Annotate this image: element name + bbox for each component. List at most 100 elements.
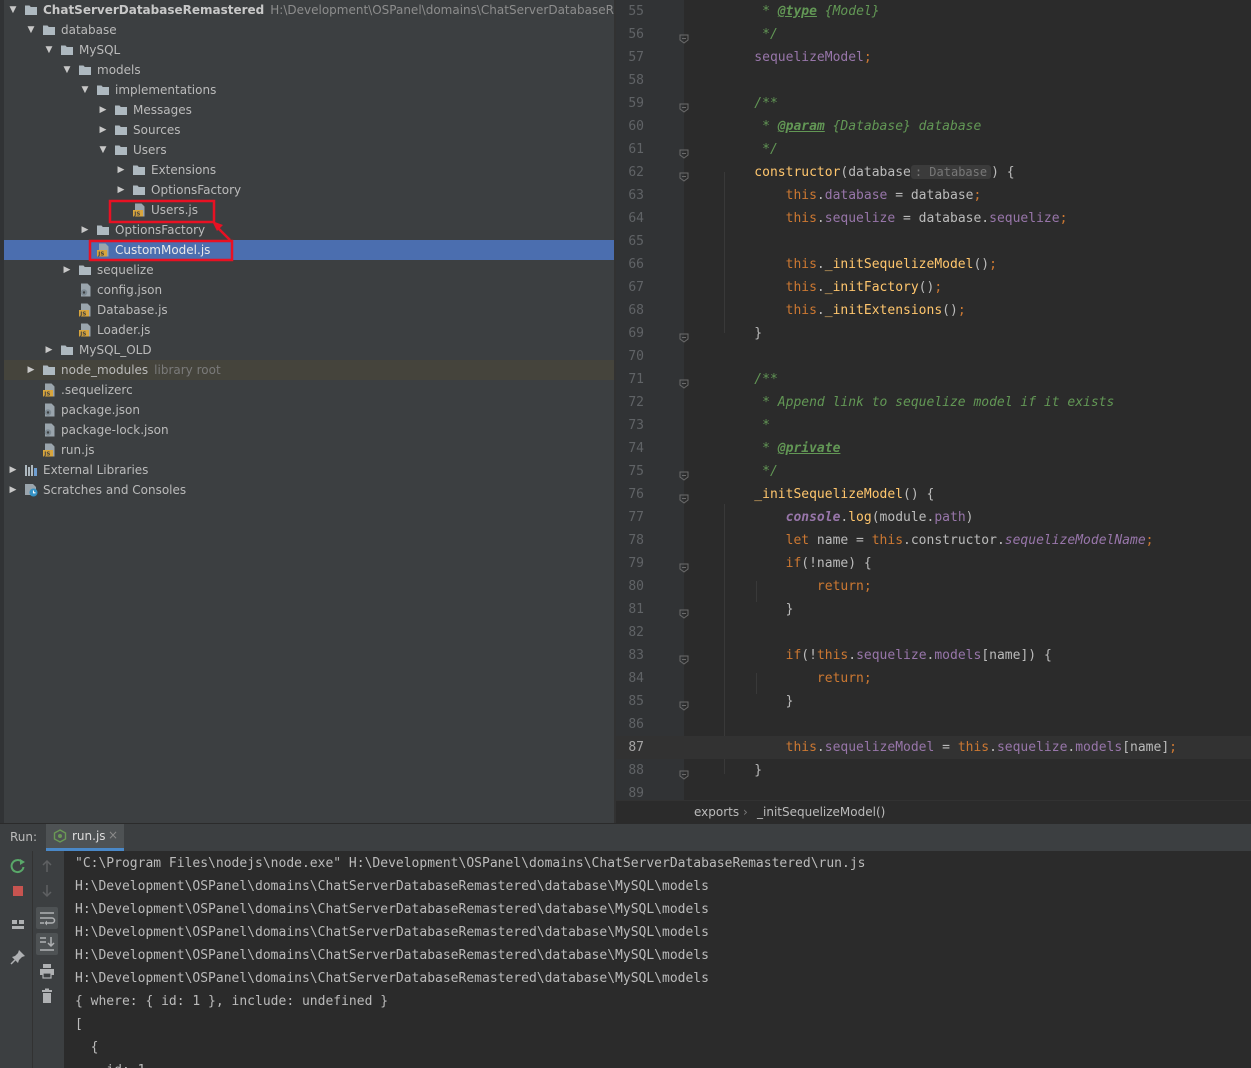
tree-item-scratches-and-consoles[interactable]: ▶ Scratches and Consoles — [4, 480, 614, 500]
code-line[interactable]: 85 } — [616, 690, 1251, 713]
line-number[interactable]: 61 — [616, 138, 644, 161]
rerun-icon[interactable] — [9, 857, 27, 875]
line-number[interactable]: 75 — [616, 460, 644, 483]
collapsed-arrow-icon[interactable]: ▶ — [8, 460, 18, 480]
code-line[interactable]: 84 return; — [616, 667, 1251, 690]
tree-item-database[interactable]: ▼ database — [4, 20, 614, 40]
line-number[interactable]: 60 — [616, 115, 644, 138]
code-line[interactable]: 55 * @type {Model} — [616, 0, 1251, 23]
tree-item-root[interactable]: ▼ ChatServerDatabaseRemastered H:\Developm… — [4, 0, 614, 20]
breadcrumb-item-method[interactable]: _initSequelizeModel() — [757, 801, 885, 823]
line-number[interactable]: 69 — [616, 322, 644, 345]
fold-marker-icon[interactable] — [679, 374, 689, 389]
code-line[interactable]: 58 — [616, 69, 1251, 92]
code-line[interactable]: 56 */ — [616, 23, 1251, 46]
line-number[interactable]: 78 — [616, 529, 644, 552]
layout-icon[interactable] — [9, 915, 27, 933]
code-line[interactable]: 61 */ — [616, 138, 1251, 161]
code-line[interactable]: 60 * @param {Database} database — [616, 115, 1251, 138]
code-line[interactable]: 64 this.sequelize = database.sequelize; — [616, 207, 1251, 230]
tree-item-package-lock-json[interactable]: package-lock.json — [4, 420, 614, 440]
expanded-arrow-icon[interactable]: ▼ — [8, 0, 18, 20]
fold-marker-icon[interactable] — [679, 765, 689, 780]
collapsed-arrow-icon[interactable]: ▶ — [116, 160, 126, 180]
collapsed-arrow-icon[interactable]: ▶ — [80, 220, 90, 240]
line-number[interactable]: 66 — [616, 253, 644, 276]
expanded-arrow-icon[interactable]: ▼ — [62, 60, 72, 80]
line-number[interactable]: 70 — [616, 345, 644, 368]
code-line[interactable]: 73 * — [616, 414, 1251, 437]
tree-item-optionsfactory[interactable]: ▶ OptionsFactory — [4, 220, 614, 240]
collapsed-arrow-icon[interactable]: ▶ — [26, 360, 36, 380]
code-line[interactable]: 81 } — [616, 598, 1251, 621]
tree-item-mysql[interactable]: ▼ MySQL — [4, 40, 614, 60]
code-line[interactable]: 65 — [616, 230, 1251, 253]
expanded-arrow-icon[interactable]: ▼ — [98, 140, 108, 160]
code-line[interactable]: 62 constructor(database: Database) { — [616, 161, 1251, 184]
fold-marker-icon[interactable] — [679, 696, 689, 711]
collapsed-arrow-icon[interactable]: ▶ — [62, 260, 72, 280]
code-line[interactable]: 75 */ — [616, 460, 1251, 483]
tree-item-database-js[interactable]: JS Database.js — [4, 300, 614, 320]
fold-marker-icon[interactable] — [679, 650, 689, 665]
tree-item-sequelize[interactable]: ▶ sequelize — [4, 260, 614, 280]
tree-item-package-json[interactable]: package.json — [4, 400, 614, 420]
code-line[interactable]: 88 } — [616, 759, 1251, 782]
print-icon[interactable] — [38, 962, 56, 980]
code-line[interactable]: 57 sequelizeModel; — [616, 46, 1251, 69]
tree-item-users[interactable]: ▼ Users — [4, 140, 614, 160]
code-line[interactable]: 82 — [616, 621, 1251, 644]
line-number[interactable]: 67 — [616, 276, 644, 299]
code-line[interactable]: 87 this.sequelizeModel = this.sequelize.… — [616, 736, 1251, 759]
line-number[interactable]: 65 — [616, 230, 644, 253]
tree-item-custommodel-js[interactable]: JS CustomModel.js — [4, 240, 614, 260]
expanded-arrow-icon[interactable]: ▼ — [26, 20, 36, 40]
fold-marker-icon[interactable] — [679, 29, 689, 44]
line-number[interactable]: 89 — [616, 782, 644, 800]
line-number[interactable]: 87 — [616, 736, 644, 759]
tab-run-js[interactable]: run.js × — [46, 824, 124, 851]
tree-item-sequelizerc[interactable]: JS .sequelizerc — [4, 380, 614, 400]
code-line[interactable]: 71 /** — [616, 368, 1251, 391]
line-number[interactable]: 86 — [616, 713, 644, 736]
line-number[interactable]: 59 — [616, 92, 644, 115]
tree-item-implementations[interactable]: ▼ implementations — [4, 80, 614, 100]
fold-marker-icon[interactable] — [679, 167, 689, 182]
collapsed-arrow-icon[interactable]: ▶ — [8, 480, 18, 500]
tree-item-users-js[interactable]: JS Users.js — [4, 200, 614, 220]
code-line[interactable]: 74 * @private — [616, 437, 1251, 460]
fold-marker-icon[interactable] — [679, 466, 689, 481]
tree-item-models[interactable]: ▼ models — [4, 60, 614, 80]
line-number[interactable]: 56 — [616, 23, 644, 46]
soft-wrap-icon[interactable] — [36, 907, 58, 929]
line-number[interactable]: 68 — [616, 299, 644, 322]
code-line[interactable]: 70 — [616, 345, 1251, 368]
stop-icon[interactable] — [9, 882, 27, 900]
tree-item-extensions[interactable]: ▶ Extensions — [4, 160, 614, 180]
up-arrow-icon[interactable] — [38, 857, 56, 875]
line-number[interactable]: 85 — [616, 690, 644, 713]
code-line[interactable]: 68 this._initExtensions(); — [616, 299, 1251, 322]
code-line[interactable]: 86 — [616, 713, 1251, 736]
line-number[interactable]: 88 — [616, 759, 644, 782]
line-number[interactable]: 83 — [616, 644, 644, 667]
line-number[interactable]: 57 — [616, 46, 644, 69]
line-number[interactable]: 64 — [616, 207, 644, 230]
tree-item-mysql-old[interactable]: ▶ MySQL_OLD — [4, 340, 614, 360]
down-arrow-icon[interactable] — [38, 882, 56, 900]
line-number[interactable]: 81 — [616, 598, 644, 621]
collapsed-arrow-icon[interactable]: ▶ — [98, 120, 108, 140]
expanded-arrow-icon[interactable]: ▼ — [80, 80, 90, 100]
code-line[interactable]: 69 } — [616, 322, 1251, 345]
fold-marker-icon[interactable] — [679, 558, 689, 573]
fold-marker-icon[interactable] — [679, 98, 689, 113]
collapsed-arrow-icon[interactable]: ▶ — [116, 180, 126, 200]
expanded-arrow-icon[interactable]: ▼ — [44, 40, 54, 60]
tree-item-run-js[interactable]: JS run.js — [4, 440, 614, 460]
fold-marker-icon[interactable] — [679, 489, 689, 504]
code-editor[interactable]: 55 * @type {Model} 56 */57 sequelizeModel… — [616, 0, 1251, 800]
line-number[interactable]: 72 — [616, 391, 644, 414]
line-number[interactable]: 73 — [616, 414, 644, 437]
code-line[interactable]: 77 console.log(module.path) — [616, 506, 1251, 529]
console-output[interactable]: "C:\Program Files\nodejs\node.exe" H:\De… — [64, 851, 1251, 1068]
